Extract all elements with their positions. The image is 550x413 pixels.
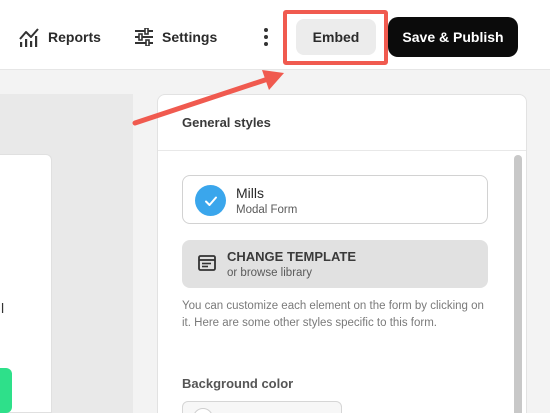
reports-label: Reports	[48, 29, 101, 45]
reports-nav-item[interactable]: Reports	[18, 22, 101, 52]
template-icon	[198, 255, 216, 276]
template-type: Modal Form	[236, 204, 298, 216]
form-preview-text: l	[1, 300, 5, 316]
current-template-card[interactable]: Mills Modal Form	[182, 175, 488, 224]
color-swatch	[193, 408, 213, 413]
settings-sliders-icon	[134, 28, 154, 46]
form-preview-button[interactable]	[0, 368, 12, 413]
background-color-picker[interactable]	[182, 401, 342, 413]
save-publish-button[interactable]: Save & Publish	[388, 17, 518, 57]
panel-title: General styles	[158, 95, 526, 151]
help-text: You can customize each element on the fo…	[182, 300, 484, 329]
panel-scrollbar[interactable]	[514, 155, 522, 413]
background-color-label: Background color	[182, 376, 294, 391]
change-template-subtitle: or browse library	[227, 267, 312, 279]
settings-label: Settings	[162, 29, 218, 45]
reports-icon	[18, 27, 40, 47]
settings-nav-item[interactable]: Settings	[134, 22, 217, 52]
change-template-title: CHANGE TEMPLATE	[227, 249, 357, 264]
template-name: Mills	[236, 185, 264, 201]
top-toolbar: Reports Settings Embed Save & Publish	[0, 0, 550, 70]
more-vertical-icon[interactable]	[258, 24, 274, 50]
embed-highlight-box	[283, 10, 388, 65]
general-styles-panel: General styles Mills Modal Form CHANGE T…	[157, 94, 527, 413]
check-icon	[195, 185, 226, 216]
change-template-button[interactable]: CHANGE TEMPLATE or browse library	[182, 240, 488, 288]
